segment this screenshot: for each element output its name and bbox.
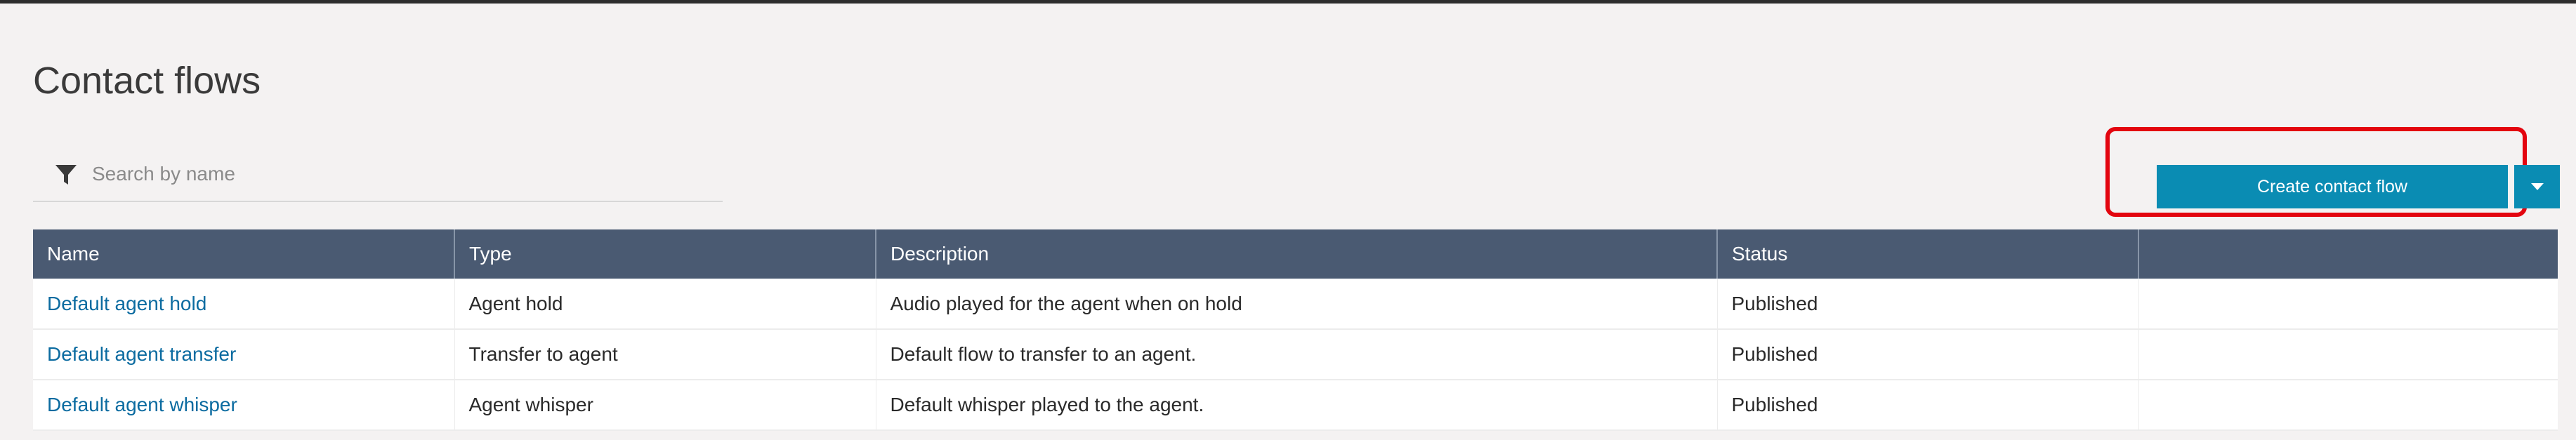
column-header-actions [2138, 229, 2558, 279]
cell-description: Default flow to transfer to an agent. [876, 329, 1718, 380]
table-row: Default agent whisper Agent whisper Defa… [33, 380, 2558, 431]
cell-type: Agent hold [454, 279, 876, 330]
table-row: Default agent hold Agent hold Audio play… [33, 279, 2558, 330]
flow-name-link[interactable]: Default agent hold [47, 293, 206, 314]
column-header-type[interactable]: Type [454, 229, 876, 279]
cell-status: Published [1717, 380, 2139, 431]
create-contact-flow-button[interactable]: Create contact flow [2157, 165, 2508, 208]
table-row: Default agent transfer Transfer to agent… [33, 329, 2558, 380]
cell-name: Default agent hold [33, 279, 455, 330]
cell-name: Default agent whisper [33, 380, 455, 431]
cell-status: Published [1717, 279, 2139, 330]
flow-name-link[interactable]: Default agent transfer [47, 343, 236, 365]
caret-down-icon [2530, 183, 2544, 190]
cell-description: Audio played for the agent when on hold [876, 279, 1718, 330]
cell-actions [2138, 329, 2558, 380]
cell-actions [2138, 279, 2558, 330]
cell-name: Default agent transfer [33, 329, 455, 380]
table-header-row: Name Type Description Status [33, 229, 2558, 279]
cell-type: Transfer to agent [454, 329, 876, 380]
cell-description: Default whisper played to the agent. [876, 380, 1718, 431]
column-header-name[interactable]: Name [33, 229, 455, 279]
search-bar [33, 149, 723, 202]
filter-icon [54, 163, 78, 187]
cell-actions [2138, 380, 2558, 431]
create-options-dropdown-button[interactable] [2514, 165, 2560, 208]
page-title: Contact flows [33, 60, 261, 102]
contact-flows-table: Name Type Description Status Default age… [33, 229, 2558, 431]
top-border [0, 0, 2576, 4]
flow-name-link[interactable]: Default agent whisper [47, 394, 237, 415]
column-header-description[interactable]: Description [876, 229, 1718, 279]
column-header-status[interactable]: Status [1717, 229, 2139, 279]
search-input[interactable] [91, 156, 711, 192]
cell-status: Published [1717, 329, 2139, 380]
cell-type: Agent whisper [454, 380, 876, 431]
